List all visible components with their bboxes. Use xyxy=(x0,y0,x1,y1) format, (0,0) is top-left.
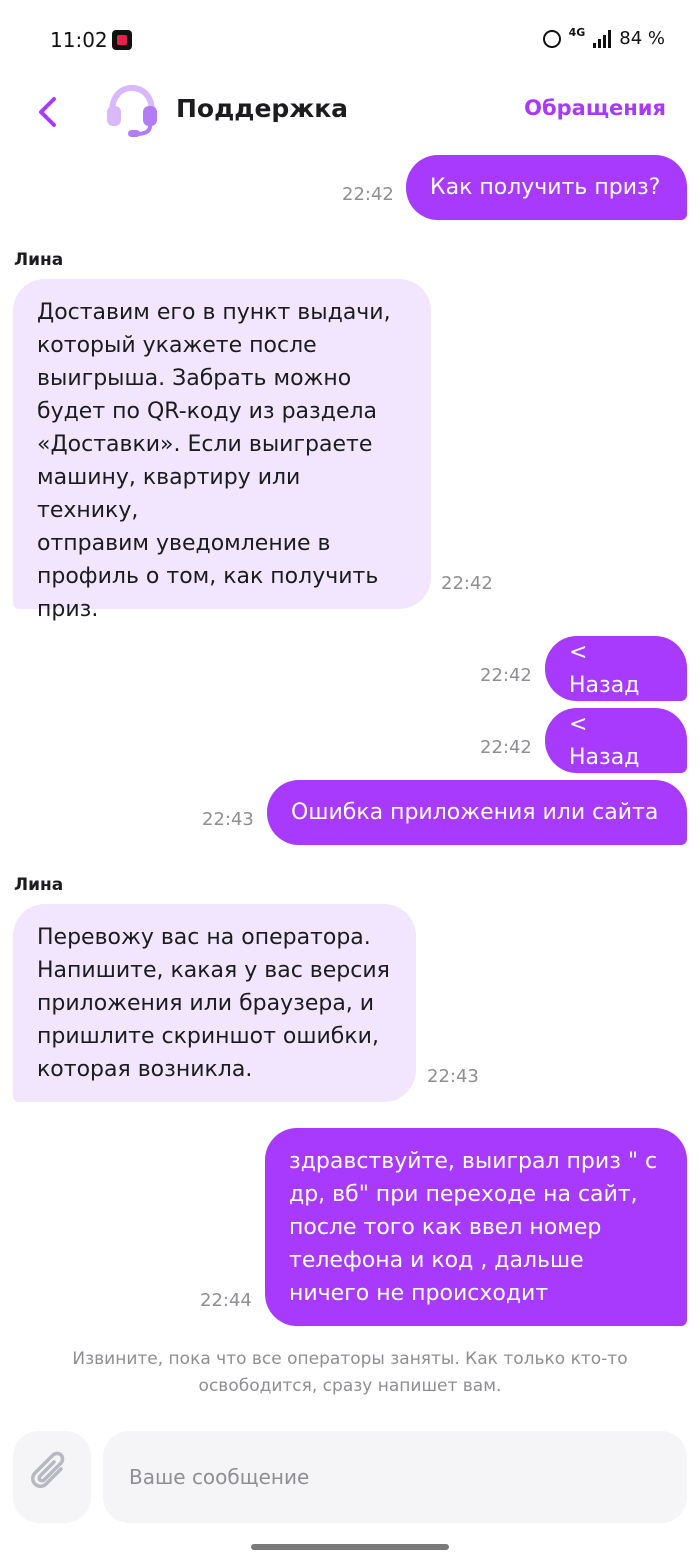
battery-level: 84 % xyxy=(619,28,665,49)
message-text: < Назад xyxy=(569,711,640,770)
incoming-message: Доставим его в пункт выдачи, который ука… xyxy=(13,279,431,622)
incoming-message: Перевожу вас на оператора. Напишите, как… xyxy=(13,904,416,1102)
message-time: 22:42 xyxy=(480,737,532,758)
back-button[interactable] xyxy=(30,90,70,134)
app-notification-icon xyxy=(112,30,132,50)
message-line: «Доставки». Если выиграете xyxy=(37,432,373,457)
message-line: которая возникла. xyxy=(37,1057,253,1082)
sender-name: Лина xyxy=(14,875,64,895)
message-text: Как получить приз? xyxy=(430,175,661,200)
message-time: 22:42 xyxy=(342,184,394,205)
message-line: др, вб" при переходе на сайт, xyxy=(289,1182,638,1207)
message-line: телефона и код , дальше xyxy=(289,1248,584,1273)
system-note-line: освободится, сразу напишет вам. xyxy=(198,1376,502,1396)
outgoing-message: здравствуйте, выиграл приз " с др, вб" п… xyxy=(265,1128,687,1326)
message-time: 22:42 xyxy=(480,665,532,686)
system-note: Извините, пока что все операторы заняты.… xyxy=(60,1346,640,1400)
chat-header: Поддержка Обращения xyxy=(0,80,700,150)
outgoing-message: Как получить приз? xyxy=(406,155,687,220)
outgoing-message: Ошибка приложения или сайта xyxy=(267,780,687,845)
message-line: ничего не происходит xyxy=(289,1281,549,1306)
message-line: выигрыша. Забрать можно xyxy=(37,366,352,391)
chevron-left-icon xyxy=(39,97,56,127)
outgoing-message: < Назад xyxy=(545,708,687,773)
headset-icon xyxy=(107,84,157,137)
message-line: Доставим его в пункт выдачи, xyxy=(37,300,391,325)
network-type: 4G xyxy=(568,26,586,39)
message-time: 22:44 xyxy=(200,1290,252,1311)
signal-icon xyxy=(593,29,612,48)
home-indicator[interactable] xyxy=(251,1544,449,1550)
requests-link[interactable]: Обращения xyxy=(524,96,666,120)
message-line: приложения или браузера, и xyxy=(37,991,375,1016)
system-note-line: Извините, пока что все операторы заняты.… xyxy=(72,1349,628,1369)
message-line: профиль о том, как получить xyxy=(37,564,379,589)
message-line: здравствуйте, выиграл приз " с xyxy=(289,1149,658,1174)
message-line: будет по QR-коду из раздела xyxy=(37,399,378,424)
status-bar: 11:02 4G 84 % xyxy=(0,0,700,80)
message-time: 22:42 xyxy=(441,573,493,594)
message-time: 22:43 xyxy=(427,1066,479,1087)
message-text: Ошибка приложения или сайта xyxy=(291,800,659,825)
message-line: после того как ввел номер xyxy=(289,1215,602,1240)
message-line: Напишите, какая у вас версия xyxy=(37,958,390,983)
message-line: машину, квартиру или технику, xyxy=(37,465,301,523)
message-input[interactable] xyxy=(103,1431,687,1523)
attach-button[interactable] xyxy=(13,1431,91,1523)
sender-name: Лина xyxy=(14,250,64,270)
message-line: отправим уведомление в xyxy=(37,531,331,556)
message-line: приз. xyxy=(37,597,99,622)
status-indicators: 4G 84 % xyxy=(542,26,665,49)
paperclip-icon xyxy=(31,1451,65,1488)
message-time: 22:43 xyxy=(202,809,254,830)
status-time: 11:02 xyxy=(50,28,108,52)
message-line: пришлите скриншот ошибки, xyxy=(37,1024,379,1049)
outgoing-message: < Назад xyxy=(545,636,687,701)
message-line: который укажете после xyxy=(37,333,317,358)
message-line: Перевожу вас на оператора. xyxy=(37,925,371,950)
alarm-clock-icon xyxy=(542,29,561,48)
message-text: < Назад xyxy=(569,639,640,698)
page-title: Поддержка xyxy=(176,94,349,123)
